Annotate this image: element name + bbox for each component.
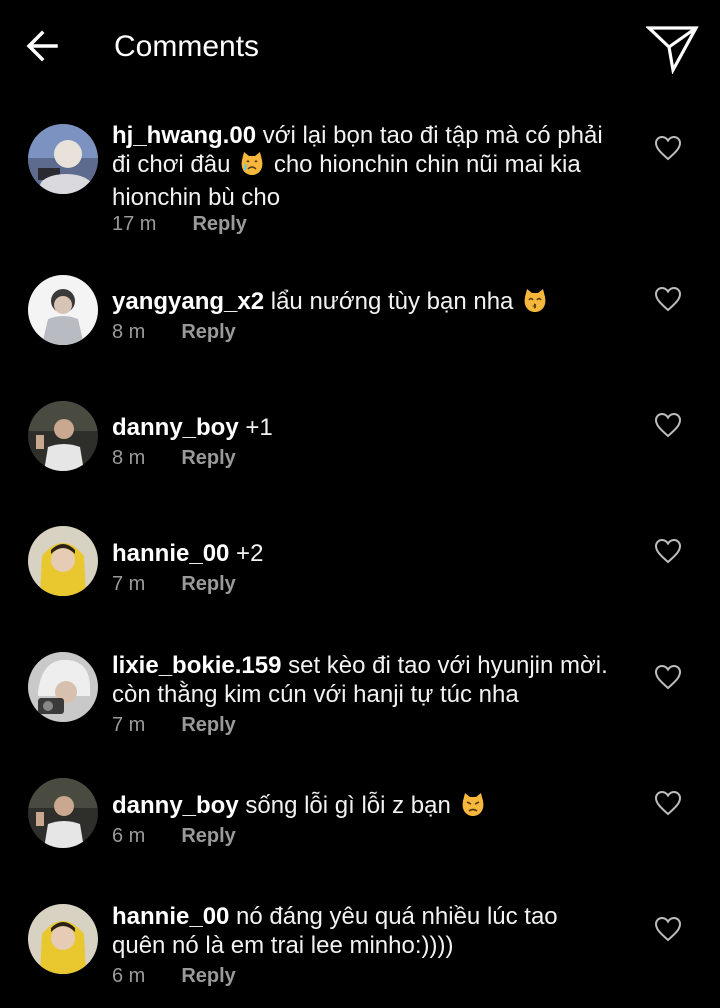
like-button[interactable] <box>654 916 682 942</box>
like-button[interactable] <box>654 412 682 438</box>
share-button[interactable] <box>644 22 700 75</box>
comment-time: 6 m <box>112 825 146 847</box>
comment-meta: 6 m Reply <box>112 824 236 848</box>
like-button[interactable] <box>654 790 682 816</box>
paper-plane-icon <box>644 26 699 75</box>
like-button[interactable] <box>654 286 682 312</box>
avatar[interactable] <box>28 652 98 722</box>
reply-button[interactable]: Reply <box>181 447 235 469</box>
comment-username[interactable]: hj_hwang.00 <box>112 122 256 149</box>
comment-time: 8 m <box>112 321 146 343</box>
reply-button[interactable]: Reply <box>192 213 246 235</box>
heart-outline-icon <box>654 135 682 161</box>
heart-outline-icon <box>654 538 682 564</box>
back-button[interactable] <box>22 24 66 68</box>
heart-outline-icon <box>654 286 682 312</box>
reply-button[interactable]: Reply <box>181 965 235 987</box>
kissing-cat-emoji-icon <box>522 287 548 320</box>
comment-message: sống lỗi gì lỗi z bạn <box>238 792 458 819</box>
comment-text: yangyang_x2 lẩu nướng tùy bạn nha <box>112 287 612 320</box>
avatar[interactable] <box>28 275 98 345</box>
comment-item: danny_boy +1 8 m Reply <box>0 396 720 491</box>
comment-item: yangyang_x2 lẩu nướng tùy bạn nha 8 m Rep… <box>0 270 720 365</box>
comment-text: lixie_bokie.159 set kèo đi tao với hyunj… <box>112 651 612 709</box>
comment-meta: 6 m Reply <box>112 964 236 988</box>
avatar[interactable] <box>28 778 98 848</box>
comment-time: 7 m <box>112 714 146 736</box>
comment-text: hannie_00 nó đáng yêu quá nhiều lúc tao … <box>112 902 612 960</box>
comment-item: lixie_bokie.159 set kèo đi tao với hyunj… <box>0 648 720 748</box>
avatar[interactable] <box>28 401 98 471</box>
comment-text: danny_boy sống lỗi gì lỗi z bạn <box>112 791 612 824</box>
comment-time: 17 m <box>112 213 157 235</box>
top-bar: Comments <box>0 0 720 92</box>
reply-button[interactable]: Reply <box>181 825 235 847</box>
arrow-left-icon <box>26 30 58 62</box>
heart-outline-icon <box>654 790 682 816</box>
heart-outline-icon <box>654 916 682 942</box>
comment-time: 8 m <box>112 447 146 469</box>
like-button[interactable] <box>654 135 682 161</box>
comment-username[interactable]: danny_boy <box>112 792 239 819</box>
reply-button[interactable]: Reply <box>181 321 235 343</box>
comment-meta: 8 m Reply <box>112 446 236 470</box>
comment-username[interactable]: hannie_00 <box>112 903 229 930</box>
comment-meta: 17 m Reply <box>112 212 247 236</box>
comment-meta: 7 m Reply <box>112 713 236 737</box>
page-title: Comments <box>114 30 260 63</box>
crying-cat-emoji-icon <box>239 150 265 183</box>
comment-text: danny_boy +1 <box>112 413 612 442</box>
comment-message: +2 <box>229 540 264 567</box>
heart-outline-icon <box>654 412 682 438</box>
comment-item: hannie_00 nó đáng yêu quá nhiều lúc tao … <box>0 900 720 1000</box>
comment-username[interactable]: lixie_bokie.159 <box>112 652 281 679</box>
comment-text: hj_hwang.00 với lại bọn tao đi tập mà có… <box>112 121 612 212</box>
like-button[interactable] <box>654 538 682 564</box>
comment-meta: 7 m Reply <box>112 572 236 596</box>
heart-outline-icon <box>654 664 682 690</box>
reply-button[interactable]: Reply <box>181 714 235 736</box>
comment-username[interactable]: danny_boy <box>112 414 239 441</box>
comment-item: hannie_00 +2 7 m Reply <box>0 522 720 617</box>
comment-time: 6 m <box>112 965 146 987</box>
reply-button[interactable]: Reply <box>181 573 235 595</box>
comment-message: +1 <box>238 414 273 441</box>
avatar[interactable] <box>28 904 98 974</box>
comment-time: 7 m <box>112 573 146 595</box>
avatar[interactable] <box>28 124 98 194</box>
comment-message: lẩu nướng tùy bạn nha <box>264 288 521 315</box>
comment-item: danny_boy sống lỗi gì lỗi z bạn 6 m Reply <box>0 774 720 874</box>
comment-item: hj_hwang.00 với lại bọn tao đi tập mà có… <box>0 118 720 243</box>
avatar[interactable] <box>28 526 98 596</box>
comment-meta: 8 m Reply <box>112 320 236 344</box>
comment-text: hannie_00 +2 <box>112 539 612 568</box>
like-button[interactable] <box>654 664 682 690</box>
comment-username[interactable]: yangyang_x2 <box>112 288 264 315</box>
comment-username[interactable]: hannie_00 <box>112 540 229 567</box>
pouting-cat-emoji-icon <box>460 791 486 824</box>
